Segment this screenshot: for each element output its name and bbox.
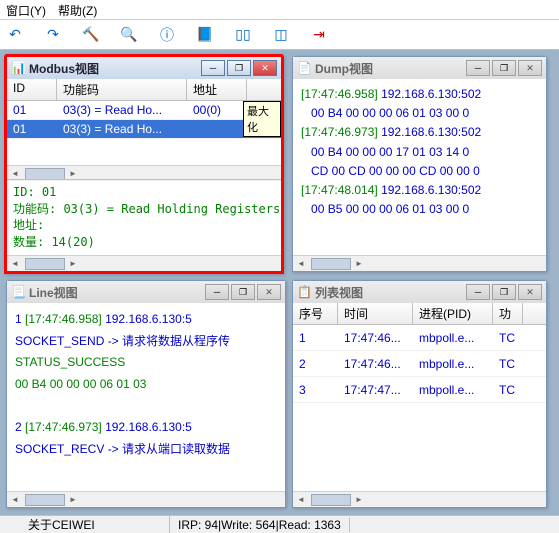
panel-icon: 📊 — [11, 61, 25, 75]
undo-icon[interactable]: ↶ — [6, 26, 24, 44]
list-grid-header: 序号 时间 进程(PID) 功 — [293, 303, 546, 325]
menubar: 窗口(Y) 帮助(Z) — [0, 0, 559, 20]
minimize-button[interactable]: ─ — [205, 284, 229, 300]
binoculars-icon[interactable]: 🔍 — [120, 26, 138, 44]
minimize-button[interactable]: ─ — [466, 60, 490, 76]
status-about: 关于CEIWEI — [20, 516, 170, 533]
book-icon[interactable]: 📘 — [196, 26, 214, 44]
line-content: 1 [17:47:46.958] 192.168.6.130:5SOCKET_S… — [7, 303, 285, 466]
list-hscroll[interactable] — [293, 491, 546, 507]
redo-icon[interactable]: ↷ — [44, 26, 62, 44]
close-button[interactable]: ✕ — [253, 60, 277, 76]
hammer-icon[interactable]: 🔨 — [82, 26, 100, 44]
maximize-button[interactable]: ❐ — [492, 60, 516, 76]
table-row[interactable]: 217:47:46...mbpoll.e...TC — [293, 351, 546, 377]
dump-panel: 📄 Dump视图 ─ ❐ ✕ [17:47:46.958] 192.168.6.… — [292, 56, 547, 272]
line-titlebar[interactable]: 📃 Line视图 ─ ❐ ✕ — [7, 281, 285, 303]
modbus-panel: 📊 Modbus视图 ─ ❐ ✕ ID 功能码 地址 0103(3) = Rea… — [4, 54, 284, 274]
line-panel: 📃 Line视图 ─ ❐ ✕ 1 [17:47:46.958] 192.168.… — [6, 280, 286, 508]
maximize-button[interactable]: ❐ — [492, 284, 516, 300]
modbus-grid: ID 功能码 地址 0103(3) = Read Ho...00(0)0103(… — [7, 79, 281, 139]
toolbar: ↶ ↷ 🔨 🔍 ⓘ 📘 ▯▯ ◫ ⇥ — [0, 20, 559, 50]
list-titlebar[interactable]: 📋 列表视图 ─ ❐ ✕ — [293, 281, 546, 303]
col-addr[interactable]: 地址 — [187, 79, 247, 100]
panel-icon: 📄 — [297, 61, 311, 75]
menu-window[interactable]: 窗口(Y) — [6, 2, 46, 17]
minimize-button[interactable]: ─ — [201, 60, 225, 76]
list-panel: 📋 列表视图 ─ ❐ ✕ 序号 时间 进程(PID) 功 117:47:46..… — [292, 280, 547, 508]
maximize-tooltip: 最大化 — [243, 101, 281, 137]
status-irp: IRP: 94|Write: 564|Read: 1363 — [170, 518, 350, 532]
col-time[interactable]: 时间 — [338, 303, 413, 324]
statusbar: 关于CEIWEI IRP: 94|Write: 564|Read: 1363 — [0, 515, 559, 533]
panel-icon: 📃 — [11, 285, 25, 299]
col-fn[interactable]: 功 — [493, 303, 523, 324]
panel-icon: 📋 — [297, 285, 311, 299]
close-button[interactable]: ✕ — [518, 60, 542, 76]
col-id[interactable]: ID — [7, 79, 57, 100]
workspace: 📊 Modbus视图 ─ ❐ ✕ ID 功能码 地址 0103(3) = Rea… — [0, 50, 559, 515]
minimize-button[interactable]: ─ — [466, 284, 490, 300]
dump-hscroll[interactable] — [293, 255, 546, 271]
col-proc[interactable]: 进程(PID) — [413, 303, 493, 324]
table-row[interactable]: 0103(3) = Read Ho...00(0) — [7, 101, 281, 120]
list-title-text: 列表视图 — [315, 284, 462, 301]
modbus-grid-header: ID 功能码 地址 — [7, 79, 281, 101]
modbus-hscroll2[interactable] — [7, 255, 281, 271]
line-title-text: Line视图 — [29, 284, 201, 301]
info-icon[interactable]: ⓘ — [158, 26, 176, 44]
dump-content: [17:47:46.958] 192.168.6.130:502 00 B4 0… — [293, 79, 546, 225]
col-seq[interactable]: 序号 — [293, 303, 338, 324]
menu-help[interactable]: 帮助(Z) — [58, 2, 97, 17]
col-func[interactable]: 功能码 — [57, 79, 187, 100]
dump-titlebar[interactable]: 📄 Dump视图 ─ ❐ ✕ — [293, 57, 546, 79]
modbus-titlebar[interactable]: 📊 Modbus视图 ─ ❐ ✕ — [7, 57, 281, 79]
modbus-detail: ID: 01 功能码: 03(3) = Read Holding Registe… — [7, 179, 281, 255]
table-row[interactable]: 317:47:47...mbpoll.e...TC — [293, 377, 546, 403]
layout-icon[interactable]: ▯▯ — [234, 26, 252, 44]
line-hscroll[interactable] — [7, 491, 285, 507]
list-grid: 序号 时间 进程(PID) 功 117:47:46...mbpoll.e...T… — [293, 303, 546, 403]
table-row[interactable]: 0103(3) = Read Ho... — [7, 120, 281, 139]
table-row[interactable]: 117:47:46...mbpoll.e...TC — [293, 325, 546, 351]
split-icon[interactable]: ◫ — [272, 26, 290, 44]
modbus-title-text: Modbus视图 — [29, 60, 197, 77]
dump-title-text: Dump视图 — [315, 60, 462, 77]
maximize-button[interactable]: ❐ — [227, 60, 251, 76]
maximize-button[interactable]: ❐ — [231, 284, 255, 300]
exit-icon[interactable]: ⇥ — [310, 26, 328, 44]
close-button[interactable]: ✕ — [518, 284, 542, 300]
close-button[interactable]: ✕ — [257, 284, 281, 300]
